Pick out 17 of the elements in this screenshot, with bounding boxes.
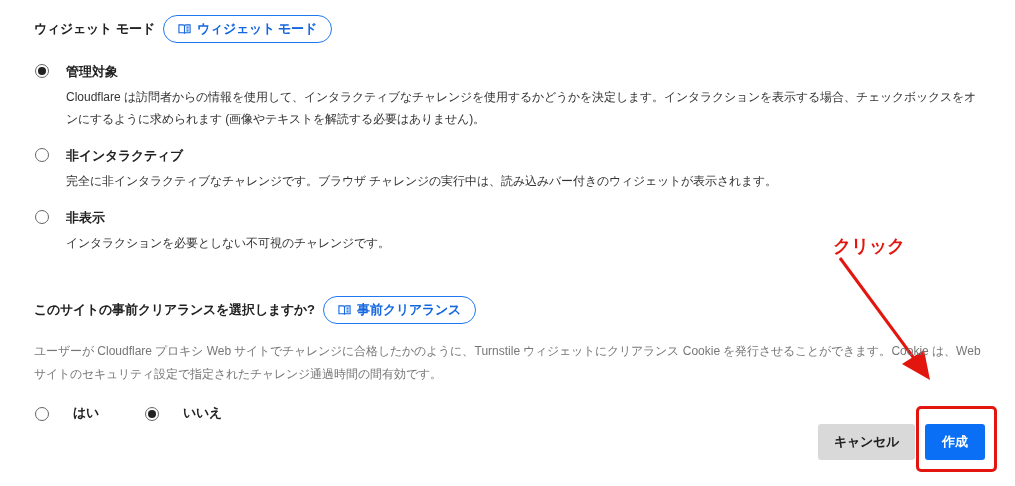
section-label: このサイトの事前クリアランスを選択しますか? xyxy=(34,301,315,319)
option-label: はい xyxy=(73,404,99,422)
documentation-link[interactable]: 事前クリアランス xyxy=(322,296,476,324)
documentation-link[interactable]: ウィジェット モード xyxy=(162,15,333,43)
option-label: いいえ xyxy=(183,404,222,422)
cancel-button[interactable]: キャンセル xyxy=(818,424,915,460)
option-description: インタラクションを必要としない不可視のチャレンジです。 xyxy=(66,235,390,252)
option-description: 完全に非インタラクティブなチャレンジです。ブラウザ チャレンジの実行中は、読み込みバー付きのウィジェットが表示されます。 xyxy=(66,173,778,190)
option-label: 非表示 xyxy=(66,209,106,227)
create-button[interactable]: 作成 xyxy=(925,424,985,460)
option-description: Cloudflare は訪問者からの情報を使用して、インタラクティブなチャレンジを使用するかどうかを決定します。インタラクションを表示する場合、チェックボックスをオンにするように求められます (画像やテキストを解読する必要はありません)。 xyxy=(66,89,978,128)
option-label: 非インタラクティブ xyxy=(66,147,185,165)
option-label: 管理対象 xyxy=(66,63,119,81)
book-icon xyxy=(177,23,191,35)
annotation-label: クリック xyxy=(833,235,905,258)
book-icon xyxy=(337,304,351,316)
section-label: ウィジェット モード xyxy=(34,20,155,38)
